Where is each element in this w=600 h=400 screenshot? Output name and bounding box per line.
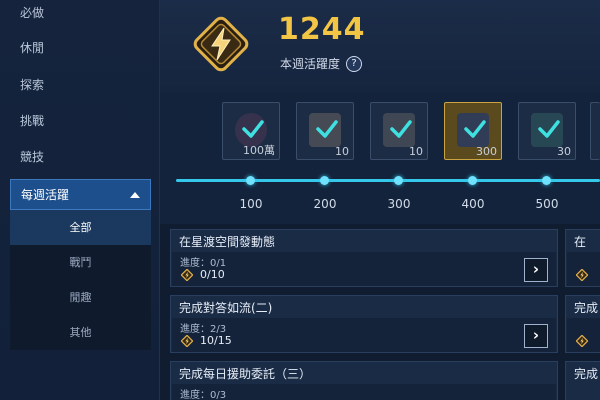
go-button[interactable]: › <box>524 324 548 348</box>
milestone-node <box>320 176 329 185</box>
milestone-label: 400 <box>461 197 485 211</box>
lightning-badge-icon <box>193 16 249 72</box>
task-progress: 進度：2/3 <box>180 324 227 335</box>
task-card: 在星渡空間發動態 進度：0/1 0/10 › <box>170 229 558 287</box>
sidebar-sub-list: 全部 戰鬥 閒趣 其他 <box>10 210 151 350</box>
task-body <box>567 318 600 352</box>
reward-qty: 100萬 <box>243 144 275 157</box>
task-title: 完成對答如流(二) <box>179 301 273 315</box>
sidebar-item-explore[interactable]: 探索 <box>20 70 44 100</box>
reward-qty: 300 <box>476 145 497 158</box>
check-icon <box>316 120 338 138</box>
sidebar-item-challenge[interactable]: 挑戰 <box>20 106 44 136</box>
milestone-node <box>468 176 477 185</box>
go-button[interactable]: › <box>524 258 548 282</box>
check-icon <box>538 120 560 138</box>
sidebar-item-must-do[interactable]: 必做 <box>20 0 44 28</box>
score-label: 本週活躍度 <box>280 57 341 71</box>
milestone-label: 200 <box>313 197 337 211</box>
sidebar: 必做 休閒 探索 挑戰 競技 每週活躍 全部 戰鬥 閒趣 其他 <box>0 0 160 400</box>
task-reward: 10/15 <box>200 334 232 347</box>
milestone-label: 300 <box>387 197 411 211</box>
sidebar-subitem-other[interactable]: 其他 <box>10 315 151 350</box>
reward-slot[interactable]: 300 <box>444 102 502 160</box>
milestone-node <box>246 176 255 185</box>
activity-header: 1244 本週活躍度 ? <box>160 0 600 92</box>
reward-slot[interactable]: 30 <box>518 102 576 160</box>
sidebar-item-compete[interactable]: 競技 <box>20 142 44 172</box>
milestone-node <box>394 176 403 185</box>
task-progress: 進度：0/3 <box>180 390 227 400</box>
sidebar-subitem-all[interactable]: 全部 <box>10 210 151 245</box>
rewards-track: 100萬 10 10 300 30 100 200 300 400 500 <box>160 92 600 224</box>
sidebar-subitem-fun[interactable]: 閒趣 <box>10 280 151 315</box>
task-title: 完成 <box>574 367 599 381</box>
task-body: 進度：0/1 0/10 › <box>172 252 556 286</box>
reward-slot[interactable]: 10 <box>370 102 428 160</box>
task-body: 進度：2/3 10/15 › <box>172 318 556 352</box>
task-body <box>567 252 600 286</box>
task-title: 完成每日援助委託（三） <box>179 367 312 381</box>
reward-slot[interactable]: 10 <box>296 102 354 160</box>
lightning-coin-icon <box>181 335 193 347</box>
lightning-coin-icon <box>181 269 193 281</box>
reward-qty: 10 <box>335 145 349 158</box>
progress-track <box>176 179 600 182</box>
check-icon <box>242 120 264 138</box>
reward-qty: 10 <box>409 145 423 158</box>
task-card-partial: 完成 <box>565 361 600 400</box>
reward-slot[interactable]: 100萬 <box>222 102 280 160</box>
check-icon <box>464 120 486 138</box>
help-icon[interactable]: ? <box>346 55 363 72</box>
sidebar-group-label: 每週活躍 <box>21 188 70 202</box>
task-progress: 進度：0/1 <box>180 258 227 269</box>
check-icon <box>390 120 412 138</box>
task-card-partial: 在 <box>565 229 600 287</box>
task-card: 完成每日援助委託（三） 進度：0/3 <box>170 361 558 400</box>
lightning-coin-icon <box>576 335 588 347</box>
task-card: 完成對答如流(二) 進度：2/3 10/15 › <box>170 295 558 353</box>
caret-up-icon <box>130 191 140 198</box>
task-title: 在 <box>574 235 587 249</box>
milestone-label: 500 <box>535 197 559 211</box>
milestone-label: 100 <box>239 197 263 211</box>
task-title: 在星渡空間發動態 <box>179 235 276 249</box>
score-label-row: 本週活躍度 ? <box>280 55 363 72</box>
task-card-partial: 完成 <box>565 295 600 353</box>
task-title: 完成 <box>574 301 599 315</box>
sidebar-item-leisure[interactable]: 休閒 <box>20 33 44 63</box>
reward-qty: 30 <box>557 145 571 158</box>
reward-slot-partial <box>590 102 600 160</box>
task-list: 在星渡空間發動態 進度：0/1 0/10 › 完成對答如流(二) 進度：2/3 … <box>160 224 600 400</box>
lightning-coin-icon <box>576 269 588 281</box>
task-reward: 0/10 <box>200 268 225 281</box>
milestone-node <box>542 176 551 185</box>
task-body: 進度：0/3 <box>172 384 556 400</box>
weekly-score: 1244 <box>278 12 366 47</box>
sidebar-subitem-battle[interactable]: 戰鬥 <box>10 245 151 280</box>
sidebar-group-weekly-active[interactable]: 每週活躍 <box>10 179 151 210</box>
